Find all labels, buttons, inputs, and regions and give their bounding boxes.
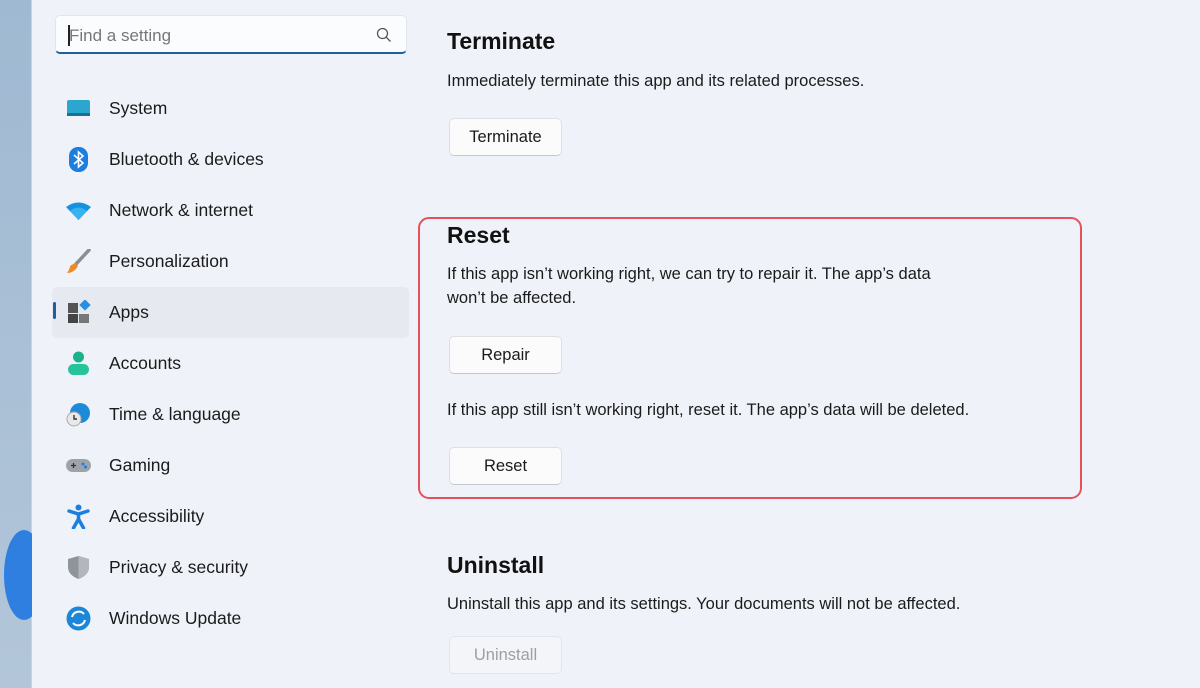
bluetooth-icon (69, 147, 88, 172)
shield-icon (68, 556, 89, 579)
sidebar-item-bluetooth[interactable]: Bluetooth & devices (52, 134, 409, 185)
account-icon (68, 351, 89, 375)
search-placeholder: Find a setting (69, 26, 172, 45)
terminate-description: Immediately terminate this app and its r… (447, 72, 865, 90)
terminate-button[interactable]: Terminate (449, 118, 562, 156)
search-icon[interactable] (376, 27, 392, 43)
sidebar-item-privacy[interactable]: Privacy & security (52, 542, 409, 593)
sidebar-nav: System Bluetooth & devices Network & int… (52, 83, 409, 644)
sidebar-item-apps[interactable]: Apps (52, 287, 409, 338)
update-icon (66, 606, 91, 631)
reset-section-highlight (418, 217, 1082, 499)
desktop-background (0, 0, 32, 688)
system-icon (67, 100, 90, 116)
uninstall-button[interactable]: Uninstall (449, 636, 562, 674)
time-language-icon (66, 403, 90, 427)
sidebar-item-accessibility[interactable]: Accessibility (52, 491, 409, 542)
gamepad-icon (66, 459, 91, 472)
uninstall-description: Uninstall this app and its settings. You… (447, 595, 961, 613)
uninstall-heading: Uninstall (447, 552, 545, 578)
sidebar-item-accounts[interactable]: Accounts (52, 338, 409, 389)
wifi-icon (66, 202, 91, 220)
brush-icon (67, 249, 91, 273)
terminate-heading: Terminate (447, 28, 556, 54)
sidebar-item-time-language[interactable]: Time & language (52, 389, 409, 440)
apps-icon (68, 300, 91, 323)
sidebar-item-network[interactable]: Network & internet (52, 185, 409, 236)
sidebar-item-personalization[interactable]: Personalization (52, 236, 409, 287)
sidebar-item-windows-update[interactable]: Windows Update (52, 593, 409, 644)
accessibility-icon (67, 504, 90, 529)
search-input[interactable]: Find a setting (55, 15, 407, 54)
wallpaper-bloom (4, 530, 32, 620)
sidebar-item-gaming[interactable]: Gaming (52, 440, 409, 491)
sidebar-item-system[interactable]: System (52, 83, 409, 134)
